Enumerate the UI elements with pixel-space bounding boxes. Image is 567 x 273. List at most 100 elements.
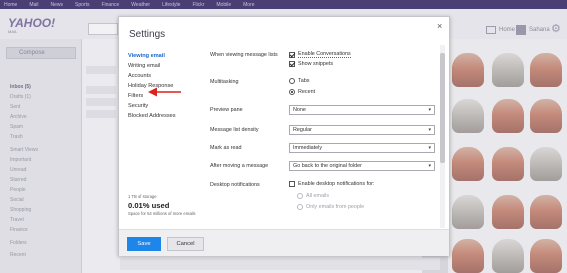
nav-item-writing-email[interactable]: Writing email: [128, 61, 198, 71]
ad-image[interactable]: [492, 147, 524, 181]
notify-people-radio[interactable]: [297, 204, 303, 210]
topnav-item-mobile[interactable]: Mobile: [216, 2, 231, 8]
ad-image[interactable]: [452, 53, 484, 87]
topnav-item-sports[interactable]: Sports: [75, 2, 89, 8]
folder-spam[interactable]: Spam: [10, 124, 23, 130]
topnav-item-lifestyle[interactable]: Lifestyle: [162, 2, 180, 8]
nav-item-security[interactable]: Security: [128, 101, 198, 111]
density-value: Regular: [293, 127, 312, 133]
multitasking-recent-label: Recent: [298, 89, 316, 95]
folder-shopping[interactable]: Shopping: [10, 207, 31, 213]
show-snippets-checkbox[interactable]: [289, 61, 295, 67]
folder-finance[interactable]: Finance: [10, 227, 28, 233]
folder-sent[interactable]: Sent: [10, 104, 20, 110]
show-snippets-option[interactable]: Show snippets: [289, 61, 333, 67]
ad-image[interactable]: [530, 99, 562, 133]
folder-trash[interactable]: Trash: [10, 134, 23, 140]
folder-unread[interactable]: Unread: [10, 167, 26, 173]
dialog-title: Settings: [129, 29, 166, 40]
folder-travel[interactable]: Travel: [10, 217, 24, 223]
topnav-item-flickr[interactable]: Flickr: [192, 2, 204, 8]
home-label[interactable]: Home: [499, 27, 515, 33]
compose-button[interactable]: Compose: [6, 47, 76, 59]
list-item[interactable]: [86, 66, 116, 74]
ad-image[interactable]: [530, 195, 562, 229]
ad-image[interactable]: [530, 147, 562, 181]
folder-inbox[interactable]: Inbox (5): [10, 84, 31, 90]
user-name[interactable]: Sahana: [529, 27, 550, 33]
chevron-down-icon: ▾: [428, 127, 431, 133]
enable-conversations-checkbox[interactable]: [289, 51, 295, 58]
ad-image[interactable]: [492, 53, 524, 87]
avatar[interactable]: [516, 25, 526, 35]
folder-social[interactable]: Social: [10, 197, 24, 203]
folder-smart-views[interactable]: Smart Views: [10, 147, 38, 153]
topnav-item-more[interactable]: More: [243, 2, 254, 8]
chevron-down-icon: ▾: [428, 145, 431, 151]
folder-sidebar: [0, 39, 82, 273]
after-moving-select[interactable]: Go back to the original folder ▾: [289, 161, 435, 171]
ad-image[interactable]: [452, 147, 484, 181]
nav-item-viewing-email[interactable]: Viewing email: [128, 51, 198, 61]
folder-important[interactable]: Important: [10, 157, 31, 163]
topnav-item-mail[interactable]: Mail: [29, 2, 38, 8]
list-item[interactable]: [86, 110, 116, 118]
chevron-down-icon: ▾: [428, 107, 431, 113]
folder-starred[interactable]: Starred: [10, 177, 26, 183]
chevron-down-icon: ▾: [428, 163, 431, 169]
topnav-item-finance[interactable]: Finance: [101, 2, 119, 8]
folder-recent[interactable]: Recent: [10, 252, 26, 258]
multitasking-recent-radio[interactable]: [289, 89, 295, 95]
notify-all-emails-radio[interactable]: [297, 193, 303, 199]
ad-image[interactable]: [492, 99, 524, 133]
nav-item-accounts[interactable]: Accounts: [128, 71, 198, 81]
home-icon[interactable]: [486, 26, 496, 34]
preview-pane-select[interactable]: None ▾: [289, 105, 435, 115]
ad-image[interactable]: [452, 239, 484, 273]
multitasking-label: Multitasking: [210, 79, 239, 85]
multitasking-tabs-option[interactable]: Tabs: [289, 78, 309, 84]
preview-pane-label: Preview pane: [210, 107, 243, 113]
topnav-item-weather[interactable]: Weather: [131, 2, 150, 8]
mark-as-read-label: Mark as read: [210, 145, 242, 151]
folder-people[interactable]: People: [10, 187, 26, 193]
ad-image[interactable]: [452, 99, 484, 133]
save-button[interactable]: Save: [127, 237, 161, 251]
multitasking-recent-option[interactable]: Recent: [289, 89, 315, 95]
mark-as-read-select[interactable]: Immediately ▾: [289, 143, 435, 153]
ad-image[interactable]: [492, 239, 524, 273]
message-lists-label: When viewing message lists: [210, 52, 278, 58]
notify-all-emails-option[interactable]: All emails: [297, 193, 329, 199]
notify-people-option[interactable]: Only emails from people: [297, 204, 364, 210]
topnav-item-home[interactable]: Home: [4, 2, 17, 8]
list-item[interactable]: [86, 86, 116, 94]
multitasking-tabs-radio[interactable]: [289, 78, 295, 84]
show-snippets-label: Show snippets: [298, 61, 334, 67]
cancel-button[interactable]: Cancel: [167, 237, 204, 251]
preview-pane-value: None: [293, 107, 306, 113]
desktop-notifications-option[interactable]: Enable desktop notifications for:: [289, 181, 374, 187]
desktop-notifications-enable-label: Enable desktop notifications for:: [298, 181, 375, 187]
gear-icon[interactable]: ⚙: [551, 24, 561, 35]
desktop-notifications-checkbox[interactable]: [289, 181, 295, 187]
mail-search-box[interactable]: [88, 23, 118, 35]
density-select[interactable]: Regular ▾: [289, 125, 435, 135]
settings-scrollbar-thumb[interactable]: [440, 53, 445, 163]
enable-conversations-option[interactable]: Enable Conversations: [289, 51, 351, 58]
storage-info: 1 TB of storage 0.01% used Space for 54 …: [128, 194, 200, 216]
notify-all-emails-label: All emails: [306, 193, 330, 199]
close-icon[interactable]: ×: [437, 22, 442, 31]
ad-image[interactable]: [530, 53, 562, 87]
red-arrow-annotation: [148, 87, 181, 97]
list-item[interactable]: [86, 98, 116, 106]
density-label: Message list density: [210, 127, 259, 133]
folder-folders[interactable]: Folders: [10, 240, 27, 246]
topnav-item-news[interactable]: News: [51, 2, 64, 8]
nav-item-blocked-addresses[interactable]: Blocked Addresses: [128, 111, 198, 121]
enable-conversations-label: Enable Conversations: [298, 51, 351, 58]
folder-drafts[interactable]: Drafts (1): [10, 94, 31, 100]
folder-archive[interactable]: Archive: [10, 114, 27, 120]
ad-image[interactable]: [452, 195, 484, 229]
ad-image[interactable]: [492, 195, 524, 229]
ad-image[interactable]: [530, 239, 562, 273]
